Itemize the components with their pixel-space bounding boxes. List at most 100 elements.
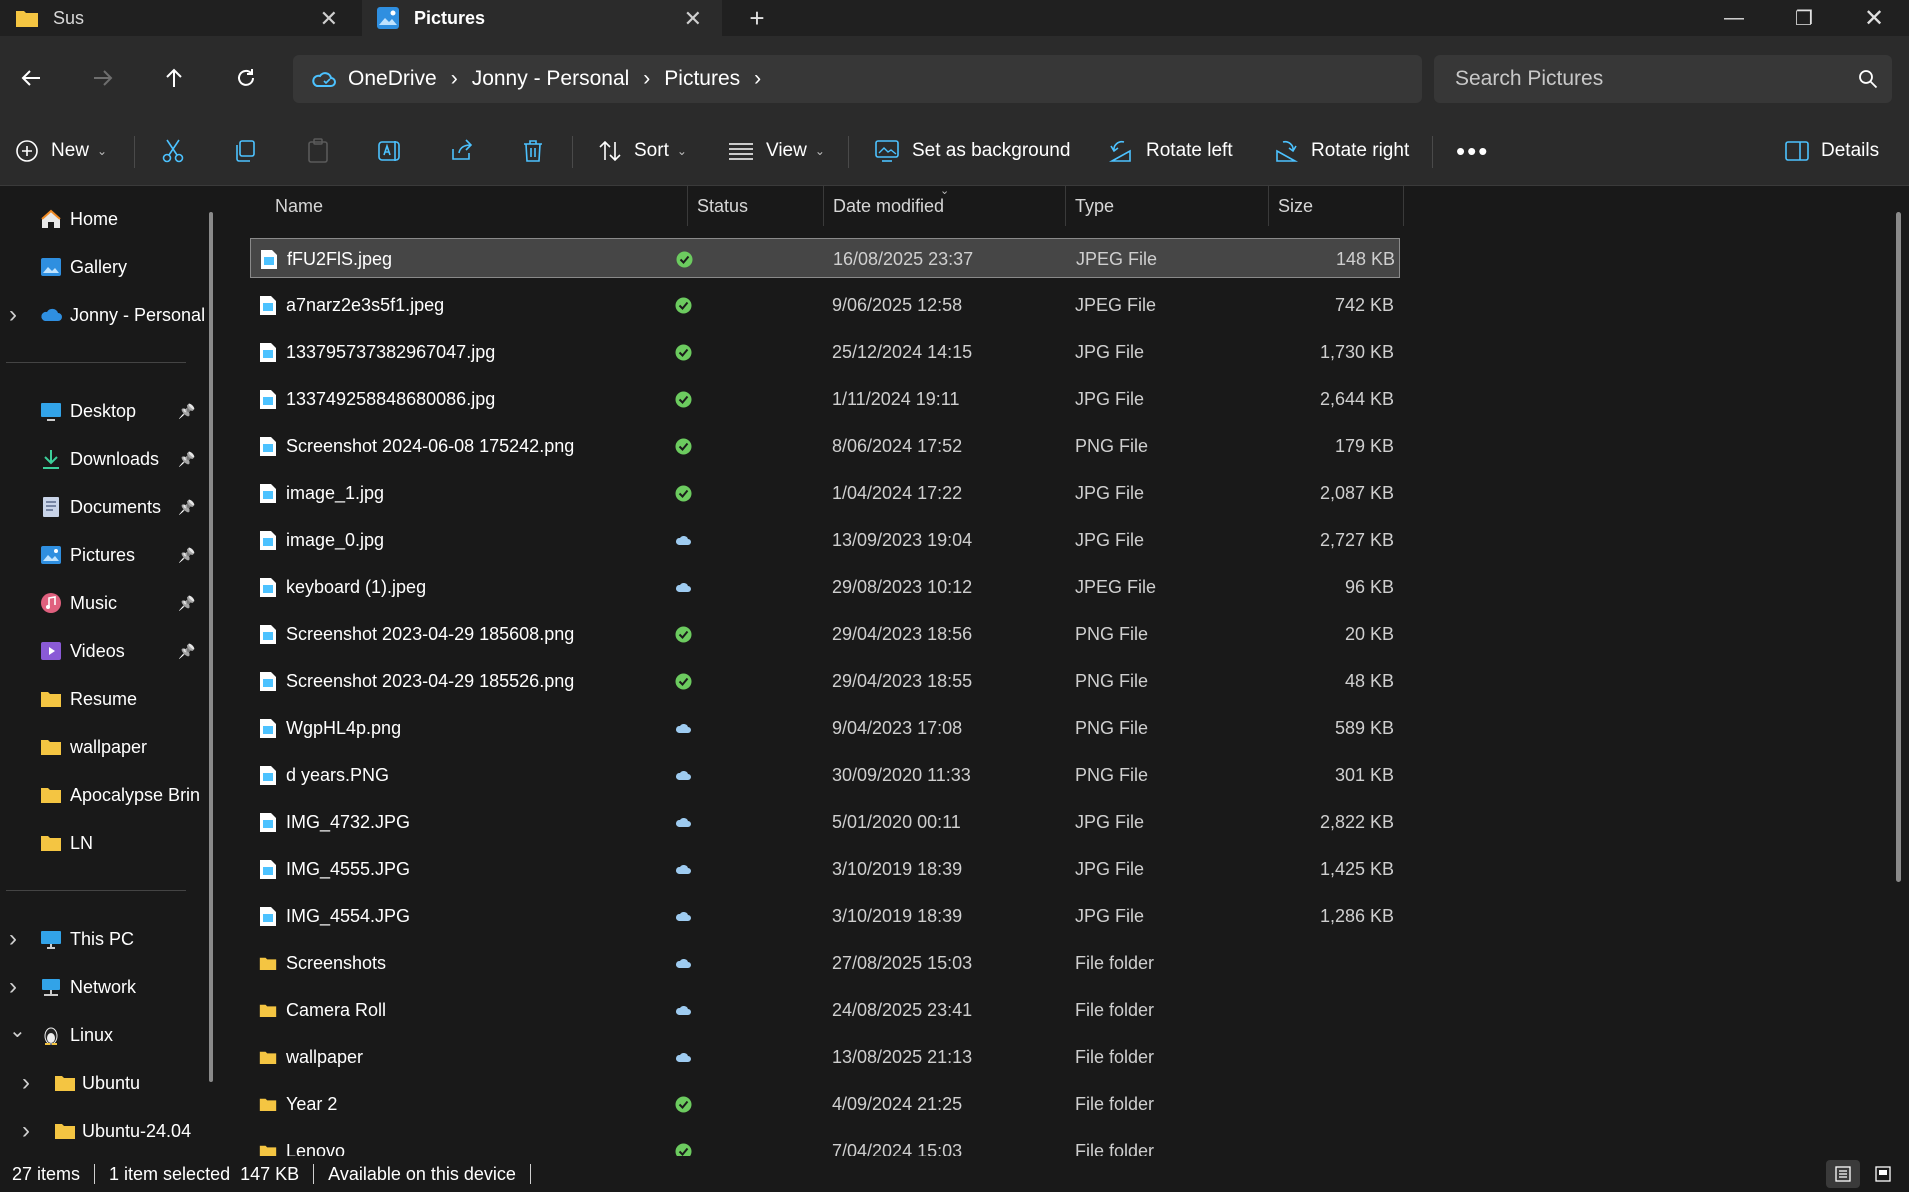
column-header-type[interactable]: Type <box>1066 186 1269 226</box>
details-view-button[interactable] <box>1826 1160 1860 1188</box>
address-bar[interactable]: OneDrive › Jonny - Personal › Pictures › <box>293 55 1422 103</box>
navigation-pane: Home Gallery › Jonny - Personal Desktop 📌 Down… <box>0 186 215 1156</box>
column-header-date[interactable]: Date modified ⌄ <box>824 185 1066 226</box>
file-row[interactable]: d years.PNG 30/09/2020 11:33 PNG File 301 K… <box>250 755 1400 795</box>
file-row[interactable]: Screenshot 2023-04-29 185526.png 29/04/20… <box>250 661 1400 701</box>
file-row[interactable]: IMG_4555.JPG 3/10/2019 18:39 JPG File 1,425… <box>250 849 1400 889</box>
search-input[interactable]: Search Pictures <box>1455 67 1603 91</box>
tab-pictures[interactable]: Pictures ✕ <box>362 0 722 36</box>
toolbar-divider <box>572 136 573 168</box>
tab-sus[interactable]: Sus ✕ <box>0 0 358 36</box>
rotate-right-button[interactable]: Rotate right <box>1273 116 1409 186</box>
file-size <box>1270 1037 1394 1077</box>
file-row[interactable]: fFU2FlS.jpeg 16/08/2025 23:37 JPEG File 148… <box>250 238 1400 278</box>
file-row[interactable]: a7narz2e3s5f1.jpeg 9/06/2025 12:58 JPEG Fi… <box>250 285 1400 325</box>
sidebar-item-linux[interactable]: ⌄ Linux <box>0 1014 200 1056</box>
chevron-right-icon[interactable]: › <box>22 1117 30 1145</box>
file-row[interactable]: 133749258848680086.jpg 1/11/2024 19:11 JPG… <box>250 379 1400 419</box>
close-window-button[interactable]: ✕ <box>1839 0 1909 36</box>
file-row[interactable]: Screenshot 2023-04-29 185608.png 29/04/20… <box>250 614 1400 654</box>
file-list-scrollbar[interactable] <box>1896 212 1901 882</box>
sidebar-item-home[interactable]: Home <box>0 198 200 240</box>
back-button[interactable] <box>11 58 51 98</box>
file-row[interactable]: image_0.jpg 13/09/2023 19:04 JPG File 2,727… <box>250 520 1400 560</box>
chevron-right-icon[interactable]: › <box>9 973 17 1001</box>
sidebar-item-gallery[interactable]: Gallery <box>0 246 200 288</box>
file-type: PNG File <box>1075 670 1149 691</box>
sidebar-item-downloads[interactable]: Downloads 📌 <box>0 438 200 480</box>
cut-button[interactable] <box>161 116 185 186</box>
refresh-button[interactable] <box>226 58 266 98</box>
up-button[interactable] <box>154 58 194 98</box>
sidebar-item-apocalypse-brin[interactable]: Apocalypse Brin <box>0 774 200 816</box>
chevron-right-icon[interactable]: › <box>9 925 17 953</box>
chevron-right-icon[interactable]: › <box>451 67 458 91</box>
new-tab-button[interactable]: + <box>722 0 792 36</box>
sort-button[interactable]: Sort ⌄ <box>598 116 687 186</box>
rotate-left-button[interactable]: Rotate left <box>1108 116 1233 186</box>
chevron-right-icon[interactable]: › <box>9 301 17 329</box>
sidebar-item-jonny-personal[interactable]: › Jonny - Personal <box>0 294 205 336</box>
sidebar-item-ubuntu[interactable]: › Ubuntu <box>0 1062 200 1104</box>
file-row[interactable]: WgpHL4p.png 9/04/2023 17:08 PNG File 589 KB <box>250 708 1400 748</box>
restore-button[interactable]: ❐ <box>1769 0 1839 36</box>
tiles-view-button[interactable] <box>1866 1160 1900 1188</box>
chevron-right-icon[interactable]: › <box>22 1069 30 1097</box>
file-size: 2,727 KB <box>1319 529 1394 550</box>
share-button[interactable] <box>449 116 475 186</box>
column-header-size[interactable]: Size <box>1269 186 1404 226</box>
set-as-background-button[interactable]: Set as background <box>874 116 1070 186</box>
search-box[interactable]: Search Pictures <box>1434 55 1892 103</box>
sidebar-item-this-pc[interactable]: › This PC <box>0 918 200 960</box>
sidebar-scrollbar[interactable] <box>209 212 213 1082</box>
rename-button[interactable] <box>377 116 403 186</box>
file-row[interactable]: image_1.jpg 1/04/2024 17:22 JPG File 2,087 … <box>250 473 1400 513</box>
close-tab-icon[interactable]: ✕ <box>320 6 338 32</box>
sidebar-item-desktop[interactable]: Desktop 📌 <box>0 390 200 432</box>
folder-row[interactable]: Camera Roll 24/08/2025 23:41 File folder <box>250 990 1400 1030</box>
copy-button[interactable] <box>233 116 257 186</box>
file-row[interactable]: 133795737382967047.jpg 25/12/2024 14:15 JP… <box>250 332 1400 372</box>
sidebar-item-wallpaper[interactable]: wallpaper <box>0 726 200 768</box>
image-file-icon <box>261 250 277 269</box>
image-file-icon <box>260 484 276 503</box>
sidebar-item-ln[interactable]: LN <box>0 822 200 864</box>
view-button[interactable]: View ⌄ <box>728 116 825 186</box>
file-row[interactable]: keyboard (1).jpeg 29/08/2023 10:12 JPEG Fi… <box>250 567 1400 607</box>
delete-button[interactable] <box>522 116 544 186</box>
pc-icon <box>41 931 61 949</box>
new-button[interactable]: New ⌄ <box>15 116 107 186</box>
breadcrumb-onedrive[interactable]: OneDrive <box>348 67 437 91</box>
details-button[interactable]: Details <box>1785 116 1879 186</box>
sidebar-item-resume[interactable]: Resume <box>0 678 200 720</box>
minimize-button[interactable]: — <box>1699 0 1769 36</box>
column-header-name[interactable]: Name <box>228 186 688 226</box>
sidebar-item-videos[interactable]: Videos 📌 <box>0 630 200 672</box>
folder-icon <box>16 11 38 27</box>
folder-row[interactable]: wallpaper 13/08/2025 21:13 File folder <box>250 1037 1400 1077</box>
sidebar-item-label: Gallery <box>70 256 128 277</box>
file-row[interactable]: Screenshot 2024-06-08 175242.png 8/06/202… <box>250 426 1400 466</box>
chevron-right-icon[interactable]: › <box>643 67 650 91</box>
pin-icon: 📌 <box>178 594 196 611</box>
forward-button[interactable] <box>83 58 123 98</box>
file-row[interactable]: IMG_4732.JPG 5/01/2020 00:11 JPG File 2,822… <box>250 802 1400 842</box>
chevron-right-icon[interactable]: › <box>754 67 761 91</box>
column-header-status[interactable]: Status <box>688 186 824 226</box>
breadcrumb-pictures[interactable]: Pictures <box>664 67 740 91</box>
more-options-button[interactable]: ••• <box>1456 116 1489 186</box>
paste-button[interactable] <box>306 116 330 186</box>
chevron-down-icon[interactable]: ⌄ <box>9 1018 26 1043</box>
close-tab-icon[interactable]: ✕ <box>684 6 702 32</box>
sidebar-item-ubuntu-24-04[interactable]: › Ubuntu-24.04 <box>0 1110 200 1152</box>
sidebar-item-documents[interactable]: Documents 📌 <box>0 486 200 528</box>
file-row[interactable]: IMG_4554.JPG 3/10/2019 18:39 JPG File 1,286… <box>250 896 1400 936</box>
sidebar-item-music[interactable]: Music 📌 <box>0 582 200 624</box>
breadcrumb-jonny-personal[interactable]: Jonny - Personal <box>472 67 630 91</box>
search-icon[interactable] <box>1858 69 1878 89</box>
image-file-icon <box>260 578 276 597</box>
sidebar-item-pictures[interactable]: Pictures 📌 <box>0 534 200 576</box>
sidebar-item-network[interactable]: › Network <box>0 966 200 1008</box>
folder-row[interactable]: Screenshots 27/08/2025 15:03 File folder <box>250 943 1400 983</box>
folder-row[interactable]: Year 2 4/09/2024 21:25 File folder <box>250 1084 1400 1124</box>
